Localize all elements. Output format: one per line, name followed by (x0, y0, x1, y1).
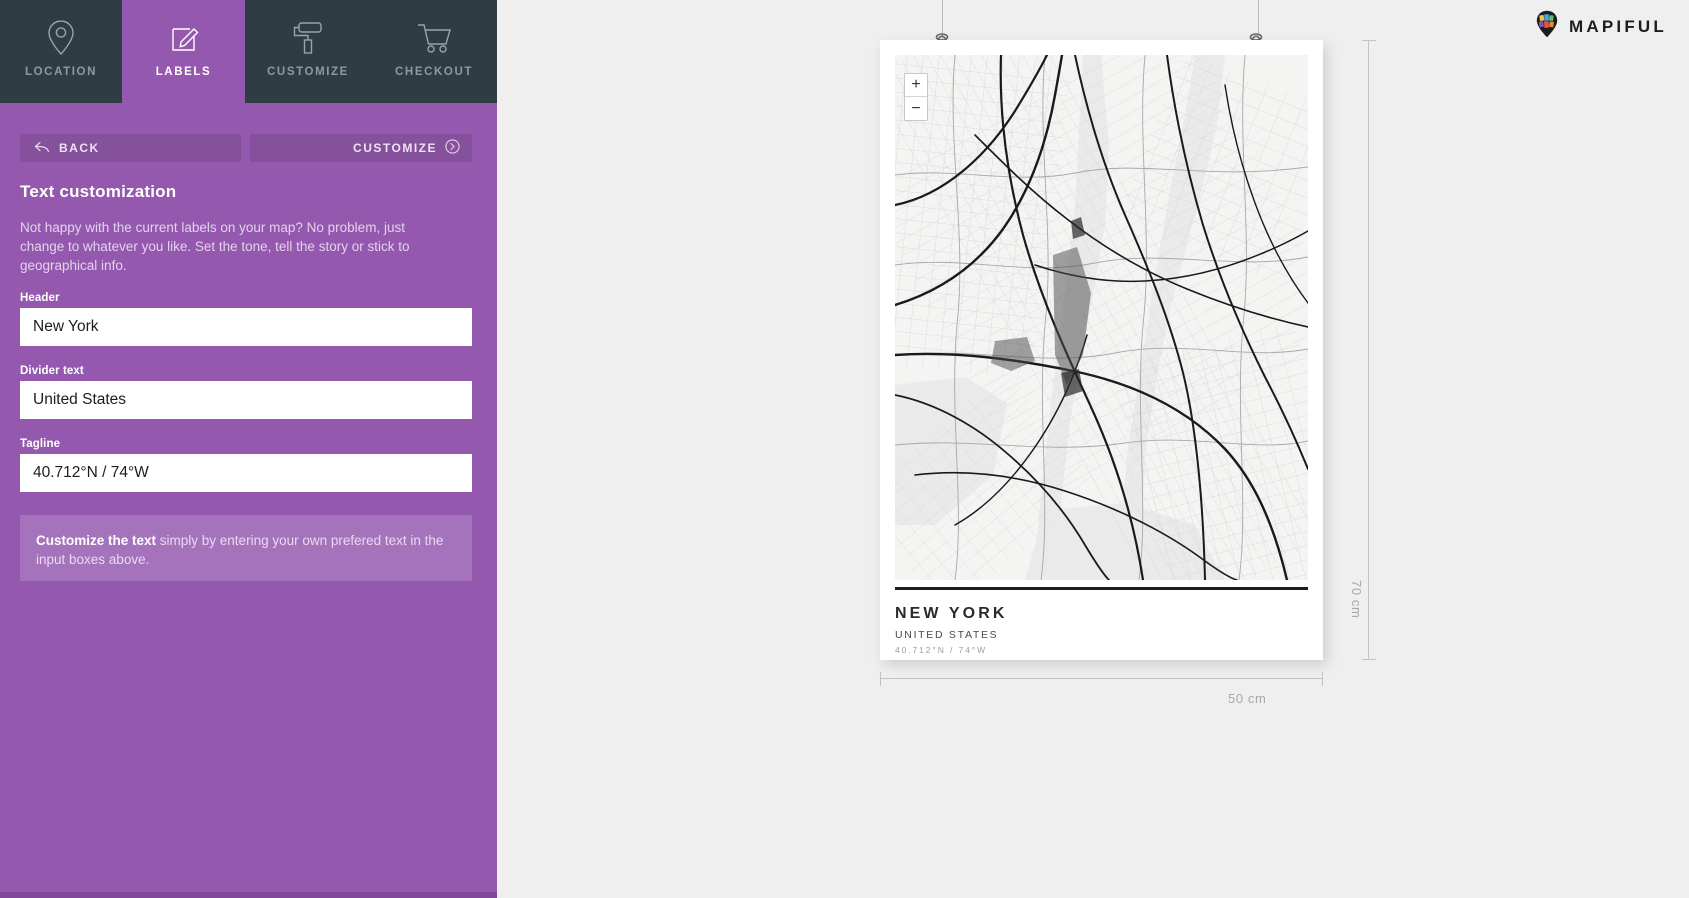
header-field-label: Header (20, 292, 60, 304)
map-pin-icon (46, 14, 76, 62)
height-dimension-label: 70 cm (1349, 580, 1364, 619)
tab-customize-label: CUSTOMIZE (267, 66, 349, 78)
tab-customize[interactable]: CUSTOMIZE (245, 0, 371, 103)
poster-preview: + − NEW YORK UNITED STATES 40.712°N / 74… (880, 0, 1323, 660)
map-pin-logo-icon (1536, 10, 1558, 43)
sidebar: LOCATION LABELS CUSTOMIZE CHECKOUT BACK … (0, 0, 497, 898)
tab-location[interactable]: LOCATION (0, 0, 122, 103)
tab-labels-label: LABELS (155, 66, 212, 78)
poster-divider-rule (895, 587, 1308, 590)
app-root: LOCATION LABELS CUSTOMIZE CHECKOUT BACK … (0, 0, 1689, 898)
back-button[interactable]: BACK (20, 134, 241, 162)
poster-coordinates: 40.712°N / 74°W (895, 645, 987, 655)
poster-subtitle: UNITED STATES (895, 629, 999, 641)
width-dimension-line (880, 672, 1323, 686)
tab-labels[interactable]: LABELS (122, 0, 245, 103)
customize-button[interactable]: CUSTOMIZE (250, 134, 472, 162)
tab-checkout-label: CHECKOUT (395, 66, 473, 78)
action-button-row: BACK CUSTOMIZE (20, 134, 472, 162)
map-zoom-controls[interactable]: + − (904, 73, 928, 121)
zoom-in-button[interactable]: + (905, 74, 927, 97)
brand-name: MAPIFUL (1569, 16, 1667, 36)
hint-bold-text: Customize the text (36, 533, 157, 548)
customize-button-label: CUSTOMIZE (353, 141, 437, 155)
brand-logo[interactable]: MAPIFUL (1536, 10, 1667, 43)
map-canvas[interactable]: + − (895, 55, 1308, 580)
zoom-out-button[interactable]: − (905, 97, 927, 120)
shopping-cart-icon (416, 14, 452, 62)
paint-roller-icon (291, 14, 325, 62)
tab-location-label: LOCATION (25, 66, 97, 78)
tab-checkout[interactable]: CHECKOUT (371, 0, 497, 103)
tagline-input[interactable] (20, 454, 472, 492)
pencil-square-icon (168, 14, 200, 62)
panel-description: Not happy with the current labels on you… (20, 220, 410, 273)
divider-text-input[interactable] (20, 381, 472, 419)
hint-box: Customize the text simply by entering yo… (20, 515, 472, 581)
panel-title: Text customization (20, 182, 177, 201)
poster-title: NEW YORK (895, 605, 1008, 622)
back-arrow-icon (34, 141, 50, 156)
back-button-label: BACK (59, 141, 100, 155)
height-dimension-line (1362, 40, 1376, 660)
map-graphic (895, 55, 1308, 580)
tagline-field-label: Tagline (20, 438, 61, 450)
poster-sheet: + − NEW YORK UNITED STATES 40.712°N / 74… (880, 40, 1323, 660)
header-input[interactable] (20, 308, 472, 346)
step-nav-tabs: LOCATION LABELS CUSTOMIZE CHECKOUT (0, 0, 497, 103)
chevron-right-circle-icon (445, 139, 460, 157)
sidebar-bottom-strip (0, 892, 497, 898)
width-dimension-label: 50 cm (1228, 691, 1267, 706)
divider-field-label: Divider text (20, 365, 84, 377)
